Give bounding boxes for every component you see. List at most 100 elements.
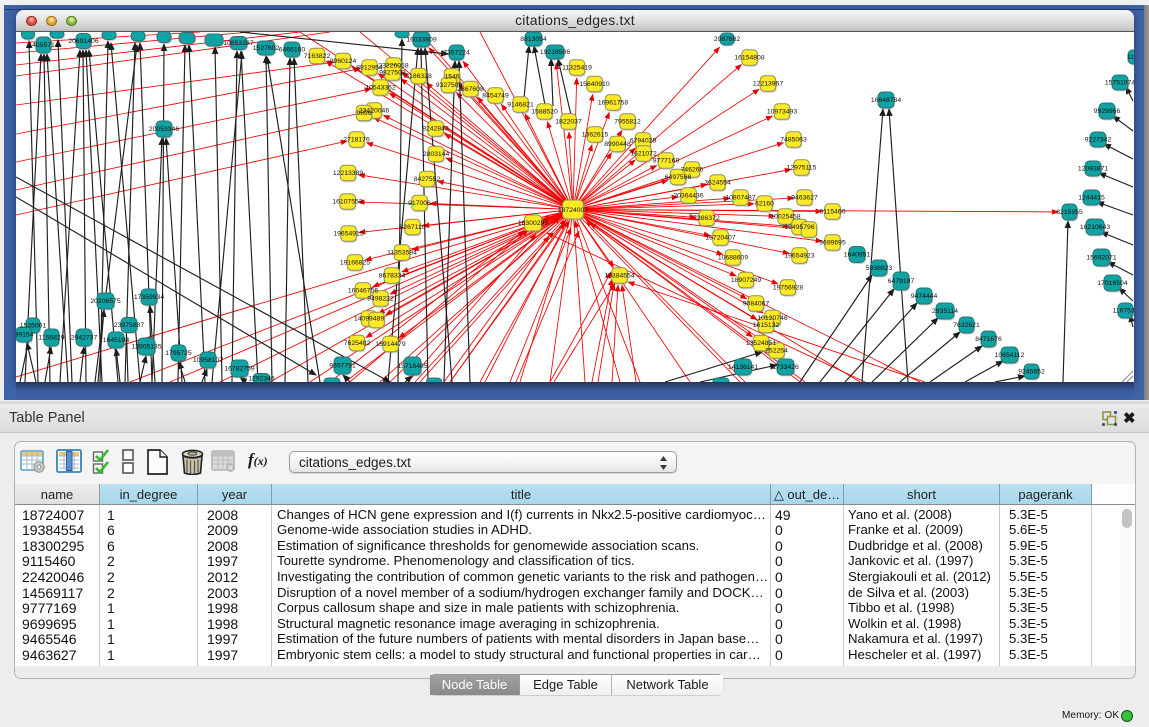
svg-text:7632621: 7632621 <box>953 322 980 329</box>
svg-text:9227342: 9227342 <box>1085 136 1112 143</box>
svg-text:19384554: 19384554 <box>604 272 634 279</box>
svg-text:9929966: 9929966 <box>1094 108 1121 115</box>
svg-text:7163822: 7163822 <box>304 53 331 60</box>
svg-text:9657791: 9657791 <box>329 362 356 369</box>
svg-text:19654915: 19654915 <box>333 230 363 237</box>
svg-text:20364436: 20364436 <box>673 192 703 199</box>
svg-text:15692071: 15692071 <box>1086 254 1116 261</box>
svg-text:1527602: 1527602 <box>253 45 280 52</box>
svg-text:1167533: 1167533 <box>1113 307 1134 314</box>
svg-text:8471676: 8471676 <box>975 336 1002 343</box>
svg-text:1822037: 1822037 <box>555 118 582 125</box>
svg-text:10543362: 10543362 <box>365 84 395 91</box>
svg-text:9777169: 9777169 <box>653 157 680 164</box>
svg-text:15720407: 15720407 <box>705 234 735 241</box>
svg-text:18495796: 18495796 <box>784 224 814 231</box>
svg-text:10807487: 10807487 <box>725 194 755 201</box>
svg-text:18724007: 18724007 <box>558 207 588 214</box>
svg-text:18907249: 18907249 <box>731 277 761 284</box>
svg-text:39154: 39154 <box>16 331 34 338</box>
svg-text:8678334: 8678334 <box>379 272 406 279</box>
svg-text:1645194: 1645194 <box>103 337 130 344</box>
svg-text:16914479: 16914479 <box>375 341 405 348</box>
svg-text:9827503: 9827503 <box>379 69 406 76</box>
svg-text:7386372: 7386372 <box>693 215 720 222</box>
svg-text:9699695: 9699695 <box>819 239 846 246</box>
svg-text:1156829: 1156829 <box>39 334 65 341</box>
svg-text:16107553: 16107553 <box>332 198 362 205</box>
svg-text:2803144: 2803144 <box>423 151 450 158</box>
svg-text:8960124: 8960124 <box>330 58 357 65</box>
svg-text:20691406: 20691406 <box>68 38 98 45</box>
svg-text:6794028: 6794028 <box>630 137 657 144</box>
svg-text:13524851: 13524851 <box>746 340 776 347</box>
svg-text:917006: 917006 <box>408 200 431 207</box>
svg-text:17359934: 17359934 <box>134 294 164 301</box>
svg-text:1362615: 1362615 <box>582 131 609 138</box>
svg-text:7625402: 7625402 <box>344 340 371 347</box>
svg-text:14099489: 14099489 <box>354 315 384 322</box>
svg-text:8454749: 8454749 <box>482 92 509 99</box>
svg-text:23975887: 23975887 <box>114 322 144 329</box>
svg-text:7485063: 7485063 <box>780 136 807 143</box>
svg-text:8813054: 8813054 <box>520 36 547 43</box>
svg-text:2867608: 2867608 <box>457 86 484 93</box>
svg-text:9498222: 9498222 <box>367 295 394 302</box>
svg-text:1112: 1112 <box>1127 54 1134 61</box>
svg-text:12093871: 12093871 <box>1078 165 1108 172</box>
svg-text:14055714: 14055714 <box>28 42 58 49</box>
svg-text:19654923: 19654923 <box>784 252 814 259</box>
svg-text:9463627: 9463627 <box>791 194 818 201</box>
svg-text:10688609: 10688609 <box>718 254 748 261</box>
svg-text:19218506: 19218506 <box>540 49 570 56</box>
svg-text:2718176: 2718176 <box>343 136 370 143</box>
svg-text:8186328: 8186328 <box>405 73 432 80</box>
svg-text:16210643: 16210643 <box>1080 224 1110 231</box>
svg-text:2942737: 2942737 <box>71 334 98 341</box>
svg-text:16033809: 16033809 <box>406 36 436 43</box>
svg-text:10025458: 10025458 <box>770 213 800 220</box>
svg-text:1795725: 1795725 <box>165 350 192 357</box>
svg-text:1640951: 1640951 <box>844 251 871 258</box>
svg-text:9242848: 9242848 <box>422 125 449 132</box>
svg-text:9474444: 9474444 <box>911 293 938 300</box>
svg-text:9115460: 9115460 <box>820 208 846 215</box>
svg-text:10958107: 10958107 <box>193 357 223 364</box>
svg-text:17016504: 17016504 <box>1097 280 1127 287</box>
svg-text:9245652: 9245652 <box>1018 368 1045 375</box>
svg-text:9896: 9896 <box>356 110 371 117</box>
svg-text:1244415: 1244415 <box>1078 194 1105 201</box>
svg-text:16648784: 16648784 <box>871 97 901 104</box>
svg-text:12213967: 12213967 <box>753 80 783 87</box>
svg-text:10853287: 10853287 <box>223 40 253 47</box>
svg-text:6497568: 6497568 <box>665 174 692 181</box>
svg-text:252254: 252254 <box>765 347 788 354</box>
svg-text:1621072: 1621072 <box>630 150 657 157</box>
svg-text:16782759: 16782759 <box>224 365 254 372</box>
svg-text:12905135: 12905135 <box>131 343 161 350</box>
svg-text:6466160: 6466160 <box>279 46 306 53</box>
svg-text:14136141: 14136141 <box>728 364 758 371</box>
svg-text:11325419: 11325419 <box>562 64 592 71</box>
svg-text:10654112: 10654112 <box>995 352 1025 359</box>
svg-text:19756928: 19756928 <box>773 284 803 291</box>
svg-text:1588520: 1588520 <box>531 108 558 115</box>
svg-text:2087682: 2087682 <box>714 36 741 43</box>
svg-text:9146821: 9146821 <box>507 101 534 108</box>
svg-text:1535061: 1535061 <box>20 322 47 329</box>
svg-text:16154808: 16154808 <box>734 54 764 61</box>
svg-text:15640910: 15640910 <box>579 81 609 88</box>
svg-text:1546: 1546 <box>444 73 459 80</box>
svg-text:18300295: 18300295 <box>518 220 548 227</box>
svg-text:5938923: 5938923 <box>866 265 893 272</box>
svg-text:15751074: 15751074 <box>1105 79 1134 86</box>
svg-text:7955812: 7955812 <box>614 118 641 125</box>
svg-text:23226058: 23226058 <box>378 62 408 69</box>
svg-text:7357224: 7357224 <box>443 49 470 56</box>
svg-text:3624554: 3624554 <box>704 179 731 186</box>
svg-text:19166825: 19166825 <box>340 259 370 266</box>
svg-text:6479197: 6479197 <box>888 278 915 285</box>
svg-text:16961758: 16961758 <box>598 99 628 106</box>
svg-text:1615132: 1615132 <box>753 322 780 329</box>
svg-text:15716485: 15716485 <box>397 363 427 370</box>
